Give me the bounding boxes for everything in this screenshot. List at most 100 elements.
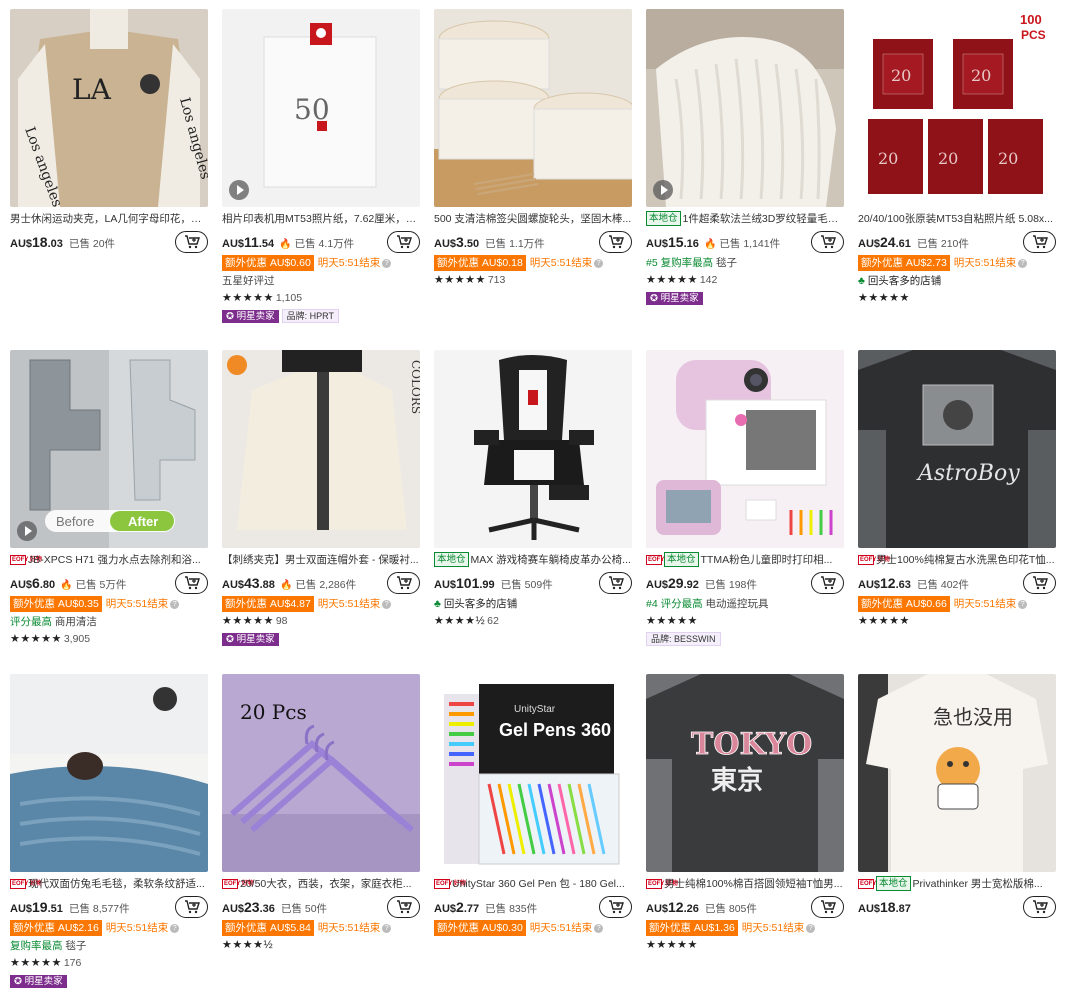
product-image[interactable] (10, 674, 208, 872)
product-image[interactable]: 100 PCS 20 20 20 20 20 (858, 9, 1056, 207)
add-to-cart-button[interactable] (1023, 896, 1056, 918)
price-row: AU$24.61 已售 210件 (858, 231, 1056, 253)
question-icon[interactable]: ? (1018, 600, 1028, 609)
promo-row: 额外优惠 AU$0.30 明天5:51结束? (434, 920, 632, 936)
product-title[interactable]: EOFY 好物本地仓 TTMA粉色儿童即时打印相... (646, 552, 844, 568)
product-title[interactable]: 【刺绣夹克】男士双面连帽外套 - 保暖衬... (222, 552, 420, 568)
product-card[interactable]: UnityStar Gel Pens 360 EOFY 好物UnityStar … (434, 674, 632, 936)
add-to-cart-button[interactable] (1023, 572, 1056, 594)
product-card[interactable]: EOFY 好物现代双面仿兔毛毛毯，柔软条纹舒适... AU$19.51 已售 8… (10, 674, 208, 989)
sold-count: 已售 835件 (485, 903, 538, 915)
sold-count: 已售 20件 (68, 238, 116, 250)
add-to-cart-button[interactable] (1023, 231, 1056, 253)
product-title[interactable]: 本地仓 MAX 游戏椅赛车躺椅皮革办公椅... (434, 552, 632, 568)
play-icon[interactable] (653, 180, 673, 200)
product-card[interactable]: EOFY 好物本地仓 TTMA粉色儿童即时打印相... AU$29.92 已售 1… (646, 350, 844, 647)
product-title[interactable]: EOFY 好物男士100%纯棉复古水洗黑色印花T恤... (858, 552, 1056, 568)
sold-count: 已售 402件 (916, 579, 969, 591)
rank-badge[interactable]: #5 复购率最高 毯子 (646, 255, 844, 271)
add-to-cart-button[interactable] (175, 231, 208, 253)
product-title[interactable]: 500 支清洁棉签尖圆螺旋轮头，坚固木棒... (434, 211, 632, 227)
product-image[interactable]: AstroBoy (858, 350, 1056, 548)
question-icon[interactable]: ? (806, 924, 816, 933)
add-to-cart-button[interactable] (175, 572, 208, 594)
rank-badge[interactable]: #4 评分最高 电动遥控玩具 (646, 596, 844, 612)
product-card[interactable]: Before After EOFY 好物JB-XPCS H71 强力水点去除剂和… (10, 350, 208, 646)
product-image[interactable]: TOKYO 東京 (646, 674, 844, 872)
add-to-cart-button[interactable] (387, 572, 420, 594)
product-card[interactable]: 20 Pcs EOFY 好物20/50大衣，西装，衣架，家庭衣柜... AU$2… (222, 674, 420, 952)
product-image[interactable] (434, 350, 632, 548)
product-title[interactable]: EOFY 好物UnityStar 360 Gel Pen 包 - 180 Gel… (434, 876, 632, 892)
add-to-cart-button[interactable] (599, 896, 632, 918)
question-icon[interactable]: ? (382, 600, 392, 609)
add-to-cart-button[interactable] (387, 231, 420, 253)
svg-text:UnityStar: UnityStar (514, 704, 556, 715)
question-icon[interactable]: ? (1018, 259, 1028, 268)
add-to-cart-button[interactable] (599, 572, 632, 594)
promo-deadline: 明天5:51结束 (105, 922, 169, 934)
product-image[interactable]: Before After (10, 350, 208, 548)
product-title[interactable]: EOFY 好物现代双面仿兔毛毛毯，柔软条纹舒适... (10, 876, 208, 892)
product-card[interactable]: 急也没用 EOFY 好物本地仓 Privathinker 男士宽松版棉... AU… (858, 674, 1056, 918)
currency: AU$ (646, 903, 669, 915)
product-title[interactable]: 20/40/100张原装MT53自粘照片纸 5.08x... (858, 211, 1056, 227)
product-title[interactable]: EOFY 好物男士纯棉100%棉百搭圆领短袖T恤男... (646, 876, 844, 892)
add-to-cart-button[interactable] (387, 896, 420, 918)
price-cents: .51 (47, 903, 63, 915)
badge-row: ✪ 明星卖家 (222, 632, 420, 647)
sold-count: 已售 805件 (704, 903, 757, 915)
promo-row: 额外优惠 AU$5.84 明天5:51结束? (222, 920, 420, 936)
currency: AU$ (434, 238, 457, 250)
product-card[interactable]: AstroBoy EOFY 好物男士100%纯棉复古水洗黑色印花T恤... AU… (858, 350, 1056, 628)
product-title[interactable]: 相片印表机用MT53照片纸，7.62厘米，可... (222, 211, 420, 227)
question-icon[interactable]: ? (594, 924, 604, 933)
product-title[interactable]: EOFY 好物本地仓 Privathinker 男士宽松版棉... (858, 876, 1056, 892)
product-title[interactable]: 男士休闲运动夹克，LA几何字母印花，纽... (10, 211, 208, 227)
brand-badge[interactable]: 品牌: BESSWIN (646, 632, 721, 646)
product-image[interactable]: 急也没用 (858, 674, 1056, 872)
product-card[interactable]: COLORS 【刺绣夹克】男士双面连帽外套 - 保暖衬... AU$43.88 … (222, 350, 420, 647)
price: 18 (880, 899, 896, 915)
question-icon[interactable]: ? (170, 924, 180, 933)
product-image[interactable]: COLORS (222, 350, 420, 548)
product-image[interactable]: 50 (222, 9, 420, 207)
product-title[interactable]: EOFY 好物20/50大衣，西装，衣架，家庭衣柜... (222, 876, 420, 892)
store-badge[interactable]: ♣ 回头客多的店铺 (434, 596, 632, 612)
add-to-cart-button[interactable] (175, 896, 208, 918)
add-to-cart-button[interactable] (811, 896, 844, 918)
product-card[interactable]: 100 PCS 20 20 20 20 20 20/40/100张原装MT53自… (858, 9, 1056, 305)
price-row: AU$11.54 🔥 已售 4.1万件 (222, 231, 420, 253)
rank-badge[interactable]: 复购率最高 毯子 (10, 938, 208, 954)
question-icon[interactable]: ? (382, 924, 392, 933)
question-icon[interactable]: ? (170, 600, 180, 609)
add-to-cart-button[interactable] (599, 231, 632, 253)
question-icon[interactable]: ? (594, 259, 604, 268)
product-card[interactable]: 本地仓 1件超柔软法兰绒3D罗纹轻量毛毯... AU$15.16 🔥 已售 1,14… (646, 9, 844, 306)
product-card[interactable]: 50 相片印表机用MT53照片纸，7.62厘米，可... AU$11.54 🔥 已… (222, 9, 420, 324)
product-image[interactable] (434, 9, 632, 207)
product-card[interactable]: LA Los angeles Los angeles 男士休闲运动夹克，LA几何… (10, 9, 208, 253)
product-card[interactable]: 本地仓 MAX 游戏椅赛车躺椅皮革办公椅... AU$101.99 已售 509件… (434, 350, 632, 628)
store-badge[interactable]: ♣ 回头客多的店铺 (858, 273, 1056, 289)
product-image[interactable]: 20 Pcs (222, 674, 420, 872)
add-to-cart-button[interactable] (811, 231, 844, 253)
rank-badge[interactable]: 评分最高 商用清洁 (10, 614, 208, 630)
product-title[interactable]: EOFY 好物JB-XPCS H71 强力水点去除剂和浴... (10, 552, 208, 568)
currency: AU$ (858, 238, 881, 250)
product-title[interactable]: 本地仓 1件超柔软法兰绒3D罗纹轻量毛毯... (646, 211, 844, 227)
product-card[interactable]: TOKYO 東京 EOFY 好物男士纯棉100%棉百搭圆领短袖T恤男... AU… (646, 674, 844, 952)
brand-badge[interactable]: 品牌: HPRT (281, 309, 339, 323)
product-image[interactable]: LA Los angeles Los angeles (10, 9, 208, 207)
product-image[interactable]: UnityStar Gel Pens 360 (434, 674, 632, 872)
add-to-cart-button[interactable] (811, 572, 844, 594)
product-card[interactable]: 500 支清洁棉签尖圆螺旋轮头，坚固木棒... AU$3.50 已售 1.1万件… (434, 9, 632, 287)
add-to-cart-icon (396, 900, 412, 914)
play-icon[interactable] (17, 521, 37, 541)
price-cents: .26 (683, 903, 699, 915)
product-image[interactable] (646, 350, 844, 548)
question-icon[interactable]: ? (382, 259, 392, 268)
play-icon[interactable] (229, 180, 249, 200)
product-image[interactable] (646, 9, 844, 207)
price-row: AU$43.88 🔥 已售 2,286件 (222, 572, 420, 594)
